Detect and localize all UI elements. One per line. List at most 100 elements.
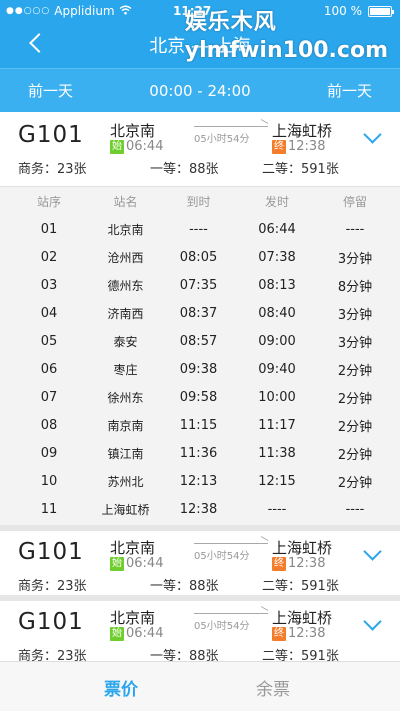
- carrier-name: Applidium: [54, 4, 115, 18]
- stop-stay: ----: [345, 501, 365, 517]
- table-row: 08 南京南 11:15 11:17 2分钟: [0, 411, 400, 439]
- train-number: G101: [18, 609, 84, 635]
- arrival-time: 12:38: [288, 626, 326, 641]
- table-header: 站序 站名 到时 发时 停留: [0, 187, 400, 215]
- arrival: 终 12:38: [272, 556, 325, 571]
- seat-business: 商务：23张: [18, 579, 87, 594]
- to-station: 上海虹桥: [272, 539, 333, 557]
- stop-stay: 8分钟: [337, 279, 373, 295]
- departure-time: 06:44: [126, 626, 164, 641]
- train-card[interactable]: G101 北京南 05小时54分 上海虹桥 始 06:44 终 12:38 商务…: [0, 531, 400, 595]
- seat-second: 二等：591张: [262, 162, 339, 177]
- table-row: 06 枣庄 09:38 09:40 2分钟: [0, 355, 400, 383]
- duration-text: 05小时54分: [194, 134, 250, 145]
- seat-business: 商务：23张: [18, 162, 87, 177]
- stop-depart: 07:38: [258, 249, 296, 265]
- stop-station: 枣庄: [113, 362, 138, 377]
- from-station: 北京南: [110, 539, 156, 557]
- end-tag: 终: [272, 556, 286, 571]
- chevron-down-icon[interactable]: [362, 132, 382, 146]
- tab-tickets-left[interactable]: 余票: [256, 675, 290, 700]
- stops-table: 站序 站名 到时 发时 停留 01 北京南 ---- 06:44 ---- 02…: [0, 186, 400, 525]
- stop-station: 泰安: [113, 334, 138, 349]
- next-day-button[interactable]: 前一天: [327, 80, 372, 101]
- arrival-time: 12:38: [288, 556, 326, 571]
- stop-depart: 11:17: [258, 417, 296, 433]
- seat-first: 一等：88张: [150, 579, 219, 594]
- train-card[interactable]: G101 北京南 05小时54分 上海虹桥 始 06:44 终 12:38 商务…: [0, 114, 400, 186]
- stop-seq: 05: [40, 333, 58, 349]
- stop-stay: 2分钟: [337, 363, 373, 379]
- start-tag: 始: [110, 626, 124, 641]
- stop-stay: 2分钟: [337, 475, 373, 491]
- stop-arrive: 07:35: [179, 277, 218, 293]
- stops-grid: 站序 站名 到时 发时 停留 01 北京南 ---- 06:44 ---- 02…: [0, 187, 400, 523]
- stop-stay: 2分钟: [337, 391, 373, 407]
- to-station: 上海虹桥: [272, 122, 333, 140]
- stop-arrive: 12:13: [179, 473, 218, 489]
- stop-arrive: 08:57: [179, 333, 218, 349]
- stop-seq: 03: [40, 277, 58, 293]
- chevron-down-icon[interactable]: [362, 549, 382, 563]
- status-bar: ●●○○○ Applidium 11:27 100 %: [0, 0, 400, 22]
- departure: 始 06:44: [110, 556, 163, 571]
- train-card[interactable]: G101 北京南 05小时54分 上海虹桥 始 06:44 终 12:38 商务…: [0, 601, 400, 664]
- header-depart: 发时: [264, 194, 289, 209]
- stop-seq: 09: [40, 445, 58, 461]
- signal-icon: ●●○○○: [6, 6, 51, 16]
- stop-depart: 08:40: [258, 305, 296, 321]
- stop-arrive: 11:36: [179, 445, 218, 461]
- departure: 始 06:44: [110, 626, 163, 641]
- header: ●●○○○ Applidium 11:27 100 % 北京 — 上海 娱乐木风…: [0, 0, 400, 112]
- tab-bar: 票价 余票: [0, 661, 400, 711]
- stop-arrive: 09:58: [179, 389, 218, 405]
- start-tag: 始: [110, 139, 124, 154]
- stop-arrive: 09:38: [179, 361, 218, 377]
- stop-seq: 07: [40, 389, 58, 405]
- table-row: 02 沧州西 08:05 07:38 3分钟: [0, 243, 400, 271]
- start-tag: 始: [110, 556, 124, 571]
- to-station: 上海虹桥: [272, 609, 333, 627]
- stop-depart: 09:40: [258, 361, 296, 377]
- seat-second: 二等：591张: [262, 579, 339, 594]
- stop-depart: 06:44: [258, 221, 296, 237]
- seat-first: 一等：88张: [150, 162, 219, 177]
- stop-stay: ----: [345, 221, 365, 237]
- table-row: 09 镇江南 11:36 11:38 2分钟: [0, 439, 400, 467]
- carrier: ●●○○○ Applidium: [6, 4, 132, 18]
- departure-time: 06:44: [126, 139, 164, 154]
- stop-arrive: 08:05: [179, 249, 218, 265]
- stop-seq: 04: [40, 305, 58, 321]
- departure-time: 06:44: [126, 556, 164, 571]
- battery-level: 100 %: [323, 4, 362, 18]
- table-row: 10 苏州北 12:13 12:15 2分钟: [0, 467, 400, 495]
- chevron-down-icon[interactable]: [362, 619, 382, 633]
- stop-station: 苏州北: [107, 474, 144, 489]
- stop-seq: 02: [40, 249, 58, 265]
- from-station: 北京南: [110, 609, 156, 627]
- train-number: G101: [18, 539, 84, 565]
- header-seq: 站序: [36, 194, 61, 209]
- stop-seq: 10: [40, 473, 58, 489]
- arrival: 终 12:38: [272, 139, 325, 154]
- stop-depart: 08:13: [258, 277, 296, 293]
- table-row: 03 德州东 07:35 08:13 8分钟: [0, 271, 400, 299]
- stop-stay: 3分钟: [337, 335, 373, 351]
- stop-arrive: ----: [189, 221, 208, 237]
- table-row: 11 上海虹桥 12:38 ---- ----: [0, 495, 400, 523]
- stop-depart: 12:15: [258, 473, 296, 489]
- stop-depart: 10:00: [258, 389, 296, 405]
- from-station: 北京南: [110, 122, 156, 140]
- stop-station: 济南西: [107, 306, 144, 321]
- stop-seq: 01: [40, 221, 58, 237]
- tab-price[interactable]: 票价: [104, 675, 138, 700]
- stop-depart: 09:00: [258, 333, 296, 349]
- stop-station: 德州东: [107, 278, 144, 293]
- header-station: 站名: [113, 194, 138, 209]
- end-tag: 终: [272, 139, 286, 154]
- status-time: 11:27: [173, 4, 212, 18]
- table-row: 05 泰安 08:57 09:00 3分钟: [0, 327, 400, 355]
- navbar: 北京 — 上海: [0, 22, 400, 68]
- stop-seq: 08: [40, 417, 58, 433]
- stop-station: 徐州东: [107, 390, 144, 405]
